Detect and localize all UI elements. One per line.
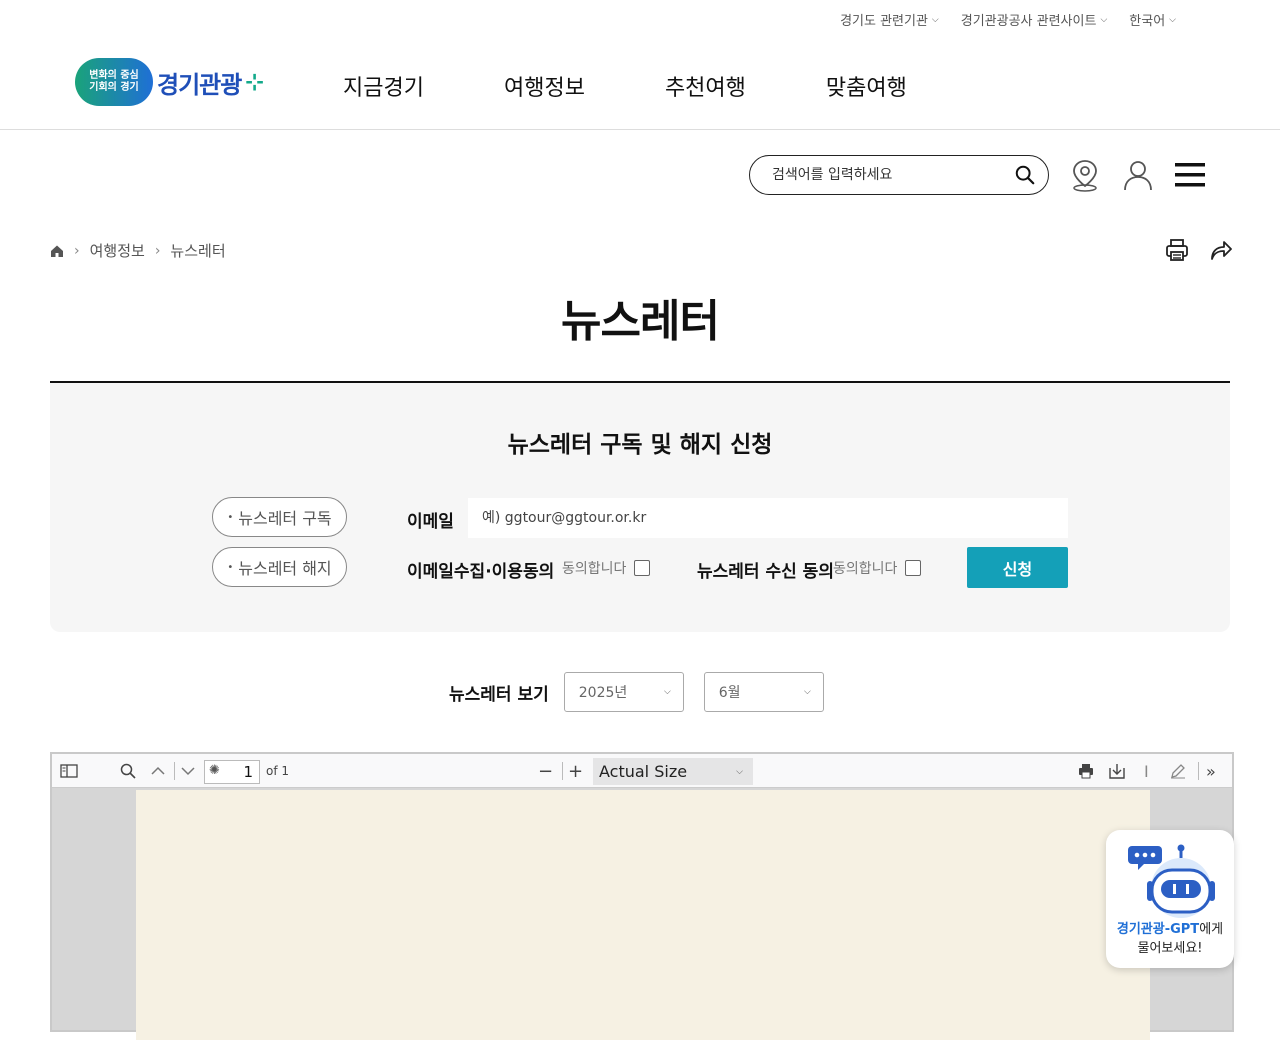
- consent-receive-label: 뉴스레터 수신 동의: [697, 562, 834, 582]
- header-icons: [1068, 158, 1206, 192]
- unsubscribe-button[interactable]: • 뉴스레터 해지: [212, 547, 347, 587]
- gpt-line2: 물어보세요!: [1137, 941, 1203, 956]
- chevron-down-icon: ⌵: [663, 687, 671, 697]
- pdf-print-icon[interactable]: [1078, 760, 1094, 782]
- related-orgs-label: 경기도 관련기관: [840, 14, 928, 29]
- gpt-brand: 경기관광-GPT: [1116, 922, 1200, 937]
- zoom-out-icon[interactable]: −: [538, 760, 553, 782]
- related-sites-label: 경기관광공사 관련사이트: [960, 14, 1097, 29]
- page-count: of 1: [266, 764, 290, 778]
- nav-item-travel-info[interactable]: 여행정보: [504, 70, 585, 102]
- consent-collect-checkbox[interactable]: [634, 560, 651, 576]
- zoom-select[interactable]: Actual Size ⌵: [593, 758, 753, 785]
- breadcrumb-item-travel-info[interactable]: 여행정보: [90, 240, 145, 261]
- month-select[interactable]: 6월 ⌵: [703, 672, 824, 712]
- submit-button[interactable]: 신청: [967, 547, 1068, 588]
- bullet-icon: •: [227, 511, 234, 523]
- top-utility-links: 경기도 관련기관 ⌵ 경기관광공사 관련사이트 ⌵ 한국어 ⌵: [840, 10, 1176, 29]
- next-page-icon[interactable]: [180, 760, 196, 782]
- logo-text: 경기관광: [157, 70, 242, 99]
- chevron-right-icon: ›: [154, 242, 161, 259]
- site-logo[interactable]: 변화의 중심 기회의 경기 경기관광 ⊹: [75, 58, 264, 106]
- robot-chat-icon: [1128, 844, 1215, 918]
- loading-spinner-icon: ✺: [209, 763, 220, 778]
- print-icon[interactable]: [1165, 238, 1189, 262]
- unsubscribe-button-label: 뉴스레터 해지: [238, 559, 332, 578]
- search-icon[interactable]: [1014, 164, 1036, 186]
- consent-collect-agree-text: 동의합니다: [562, 561, 627, 577]
- chevron-right-icon: ›: [74, 242, 80, 259]
- newsletter-view-row: 뉴스레터 보기 2025년 ⌵ 6월 ⌵: [449, 672, 844, 712]
- consent-receive-agree-text: 동의합니다: [833, 561, 898, 577]
- home-icon[interactable]: [50, 244, 64, 258]
- email-field[interactable]: [468, 498, 1068, 538]
- logo-badge-line2: 기회의 경기: [89, 82, 139, 93]
- language-selector[interactable]: 한국어 ⌵: [1129, 10, 1176, 29]
- menu-icon[interactable]: [1174, 160, 1206, 190]
- logo-badge-line1: 변화의 중심: [89, 70, 139, 81]
- subscribe-title: 뉴스레터 구독 및 해지 신청: [507, 432, 773, 458]
- consent-collect-label: 이메일수집·이용동의: [407, 562, 555, 582]
- email-label: 이메일: [407, 512, 454, 532]
- sidebar-toggle-icon[interactable]: [60, 760, 78, 782]
- toolbar-divider: [562, 762, 563, 780]
- more-tools-icon[interactable]: »: [1206, 760, 1216, 782]
- breadcrumb-item-newsletter[interactable]: 뉴스레터: [170, 240, 225, 261]
- search-area: [749, 155, 1049, 195]
- text-select-icon[interactable]: I: [1144, 760, 1149, 782]
- page-title: 뉴스레터: [561, 296, 720, 347]
- pdf-download-icon[interactable]: [1108, 760, 1126, 782]
- subscribe-button[interactable]: • 뉴스레터 구독: [212, 497, 347, 537]
- page-number-input[interactable]: ✺ 1: [204, 760, 260, 784]
- chevron-down-icon: ⌵: [1169, 14, 1176, 25]
- previous-page-icon[interactable]: [150, 760, 166, 782]
- toolbar-divider: [1198, 762, 1199, 780]
- pdf-search-icon[interactable]: [120, 760, 136, 782]
- chevron-down-icon: ⌵: [1100, 14, 1108, 25]
- pdf-toolbar: ✺ 1 of 1 − + Actual Size ⌵ I »: [52, 754, 1232, 788]
- search-input[interactable]: [772, 167, 1014, 183]
- chevron-down-icon: ⌵: [803, 687, 811, 697]
- language-label: 한국어: [1129, 14, 1166, 29]
- search-box: [749, 155, 1049, 195]
- logo-mark-icon: ⊹: [245, 69, 264, 95]
- breadcrumb: › 여행정보 › 뉴스레터: [50, 240, 226, 261]
- newsletter-view-label: 뉴스레터 보기: [449, 684, 549, 705]
- consent-collect-agree: 동의합니다: [562, 558, 651, 578]
- month-select-value: 6월: [718, 685, 741, 701]
- nav-item-recommended[interactable]: 추천여행: [665, 70, 746, 102]
- consent-receive-agree: 동의합니다: [833, 558, 922, 578]
- related-orgs-link[interactable]: 경기도 관련기관 ⌵: [840, 10, 939, 29]
- bullet-icon: •: [227, 561, 234, 573]
- page-utility-icons: [1165, 238, 1233, 262]
- related-sites-link[interactable]: 경기관광공사 관련사이트 ⌵: [961, 10, 1108, 29]
- zoom-in-icon[interactable]: +: [568, 760, 583, 782]
- logo-badge: 변화의 중심 기회의 경기: [75, 58, 153, 106]
- nav-item-custom[interactable]: 맞춤여행: [826, 70, 907, 102]
- user-icon[interactable]: [1122, 158, 1154, 192]
- nav-item-now[interactable]: 지금경기: [343, 70, 424, 102]
- gpt-assistant-button[interactable]: 경기관광-GPT에게 물어보세요!: [1106, 830, 1234, 968]
- toolbar-divider: [174, 762, 175, 780]
- location-pin-icon[interactable]: [1068, 158, 1102, 192]
- year-select-value: 2025년: [578, 685, 628, 701]
- share-icon[interactable]: [1209, 238, 1233, 262]
- subscribe-panel: 뉴스레터 구독 및 해지 신청 • 뉴스레터 구독 • 뉴스레터 해지 이메일 이메…: [50, 383, 1230, 632]
- page-number-value: 1: [243, 763, 253, 781]
- consent-receive-checkbox[interactable]: [905, 560, 922, 576]
- pdf-viewer: ✺ 1 of 1 − + Actual Size ⌵ I »: [50, 752, 1234, 1040]
- gpt-assistant-text: 경기관광-GPT에게 물어보세요!: [1106, 920, 1234, 958]
- draw-pen-icon[interactable]: [1170, 760, 1186, 782]
- main-nav: 지금경기 여행정보 추천여행 맞춤여행: [343, 70, 907, 102]
- year-select[interactable]: 2025년 ⌵: [563, 672, 684, 712]
- pdf-page-canvas: [136, 790, 1150, 1040]
- chevron-down-icon: ⌵: [736, 766, 743, 777]
- site-header: 변화의 중심 기회의 경기 경기관광 ⊹ 지금경기 여행정보 추천여행 맞춤여행: [0, 40, 1280, 130]
- zoom-select-value: Actual Size: [599, 762, 688, 781]
- subscribe-button-label: 뉴스레터 구독: [238, 509, 332, 528]
- gpt-suffix: 에게: [1199, 922, 1224, 937]
- chevron-down-icon: ⌵: [931, 14, 939, 25]
